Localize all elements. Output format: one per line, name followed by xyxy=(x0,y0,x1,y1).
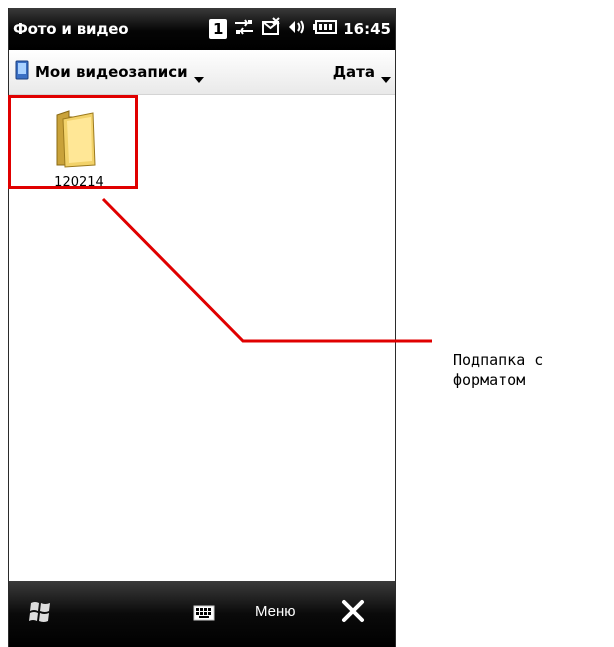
leader-line xyxy=(101,197,432,343)
annotation-text: Подпапка с форматом xyxy=(453,351,544,389)
